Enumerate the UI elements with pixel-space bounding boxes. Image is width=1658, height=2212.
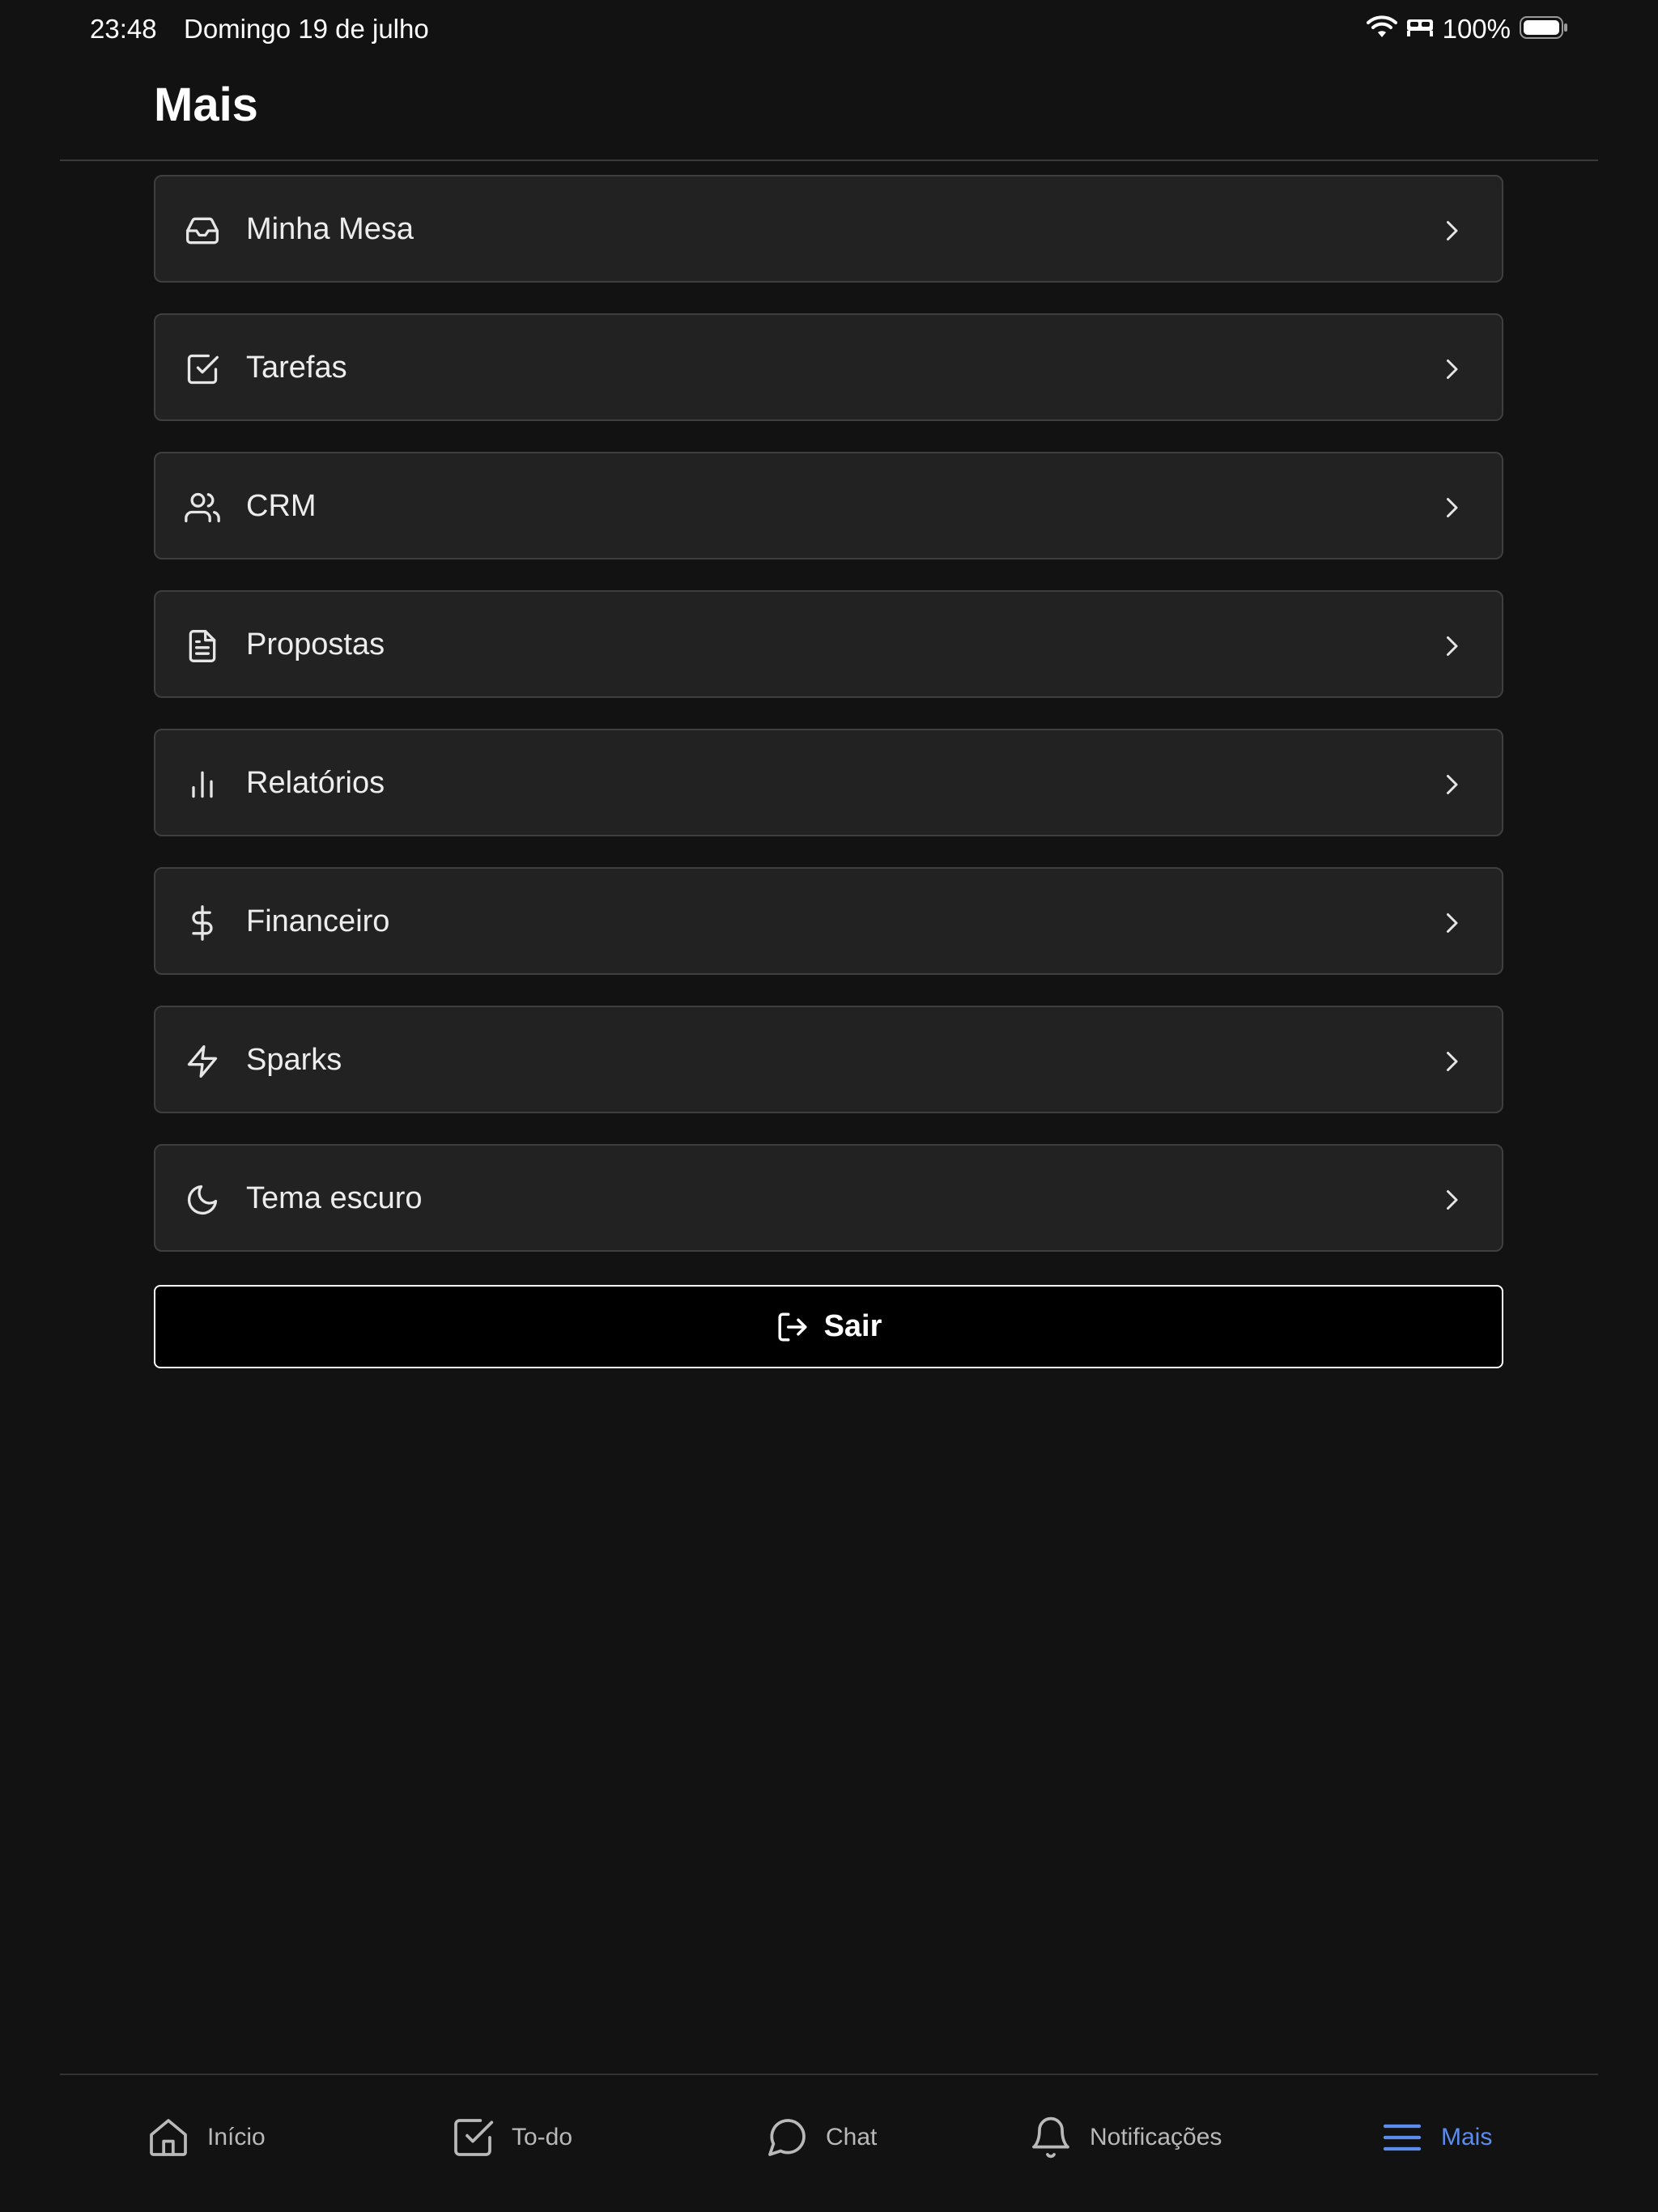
menu-item-financeiro[interactable]: Financeiro <box>154 867 1503 975</box>
wifi-icon <box>1366 15 1397 44</box>
menu-item-relatorios[interactable]: Relatórios <box>154 729 1503 836</box>
menu-item-label: CRM <box>246 489 317 523</box>
menu-item-sparks[interactable]: Sparks <box>154 1006 1503 1113</box>
nav-item-chat[interactable]: Chat <box>764 2113 877 2162</box>
chevron-right-icon <box>1437 1185 1466 1214</box>
checkbox-icon <box>450 2115 495 2160</box>
nav-label: Notificações <box>1090 2124 1222 2150</box>
document-icon <box>185 628 220 664</box>
menu-item-tema-escuro[interactable]: Tema escuro <box>154 1144 1503 1252</box>
nav-item-mais[interactable]: Mais <box>1380 2113 1492 2162</box>
logout-button[interactable]: Sair <box>154 1285 1503 1368</box>
menu-item-label: Sparks <box>246 1043 342 1077</box>
chevron-right-icon <box>1437 493 1466 522</box>
bar-chart-icon <box>185 767 220 802</box>
chevron-right-icon <box>1437 216 1466 245</box>
menu-item-tarefas[interactable]: Tarefas <box>154 313 1503 421</box>
status-date: Domingo 19 de julho <box>184 14 429 44</box>
status-time: 23:48 <box>90 14 157 44</box>
chevron-right-icon <box>1437 632 1466 661</box>
chevron-right-icon <box>1437 770 1466 799</box>
menu-item-label: Financeiro <box>246 904 390 938</box>
status-indicators: 100% <box>1366 11 1569 47</box>
status-bar: 23:48 Domingo 19 de julho 100% <box>0 0 1658 58</box>
home-icon <box>146 2115 191 2160</box>
logout-label: Sair <box>823 1309 882 1343</box>
menu-icon <box>1380 2115 1425 2160</box>
menu-list: Minha Mesa Tarefas CRM Propostas Relatór… <box>154 175 1503 1283</box>
menu-item-propostas[interactable]: Propostas <box>154 590 1503 698</box>
nav-item-notificacoes[interactable]: Notificações <box>1028 2113 1222 2162</box>
lightning-icon <box>185 1044 220 1079</box>
dollar-icon <box>185 905 220 941</box>
bell-icon <box>1028 2115 1073 2160</box>
logout-icon <box>776 1310 810 1344</box>
nav-item-inicio[interactable]: Início <box>146 2113 266 2162</box>
nav-item-todo[interactable]: To-do <box>450 2113 572 2162</box>
nav-label: Chat <box>826 2124 878 2150</box>
menu-item-label: Minha Mesa <box>246 212 414 246</box>
chevron-right-icon <box>1437 1047 1466 1076</box>
battery-percentage: 100% <box>1442 14 1511 44</box>
nav-label: To-do <box>512 2124 573 2150</box>
inbox-icon <box>185 213 220 249</box>
bed-icon <box>1405 16 1435 43</box>
nav-label: Mais <box>1441 2124 1493 2150</box>
chevron-right-icon <box>1437 355 1466 384</box>
menu-item-minha-mesa[interactable]: Minha Mesa <box>154 175 1503 283</box>
nav-label: Início <box>207 2124 266 2150</box>
moon-icon <box>185 1182 220 1218</box>
battery-icon <box>1519 15 1569 45</box>
menu-item-label: Relatórios <box>246 766 385 800</box>
menu-item-label: Propostas <box>246 627 385 661</box>
menu-item-label: Tema escuro <box>246 1181 423 1215</box>
bottom-nav: Início To-do Chat Notificações Mais <box>0 2075 1658 2212</box>
chevron-right-icon <box>1437 908 1466 938</box>
menu-item-label: Tarefas <box>246 351 347 385</box>
page-title: Mais <box>154 79 258 131</box>
header-divider <box>60 160 1598 161</box>
chat-bubble-icon <box>764 2115 810 2160</box>
menu-item-crm[interactable]: CRM <box>154 452 1503 559</box>
checkbox-icon <box>185 351 220 387</box>
users-icon <box>185 490 220 525</box>
